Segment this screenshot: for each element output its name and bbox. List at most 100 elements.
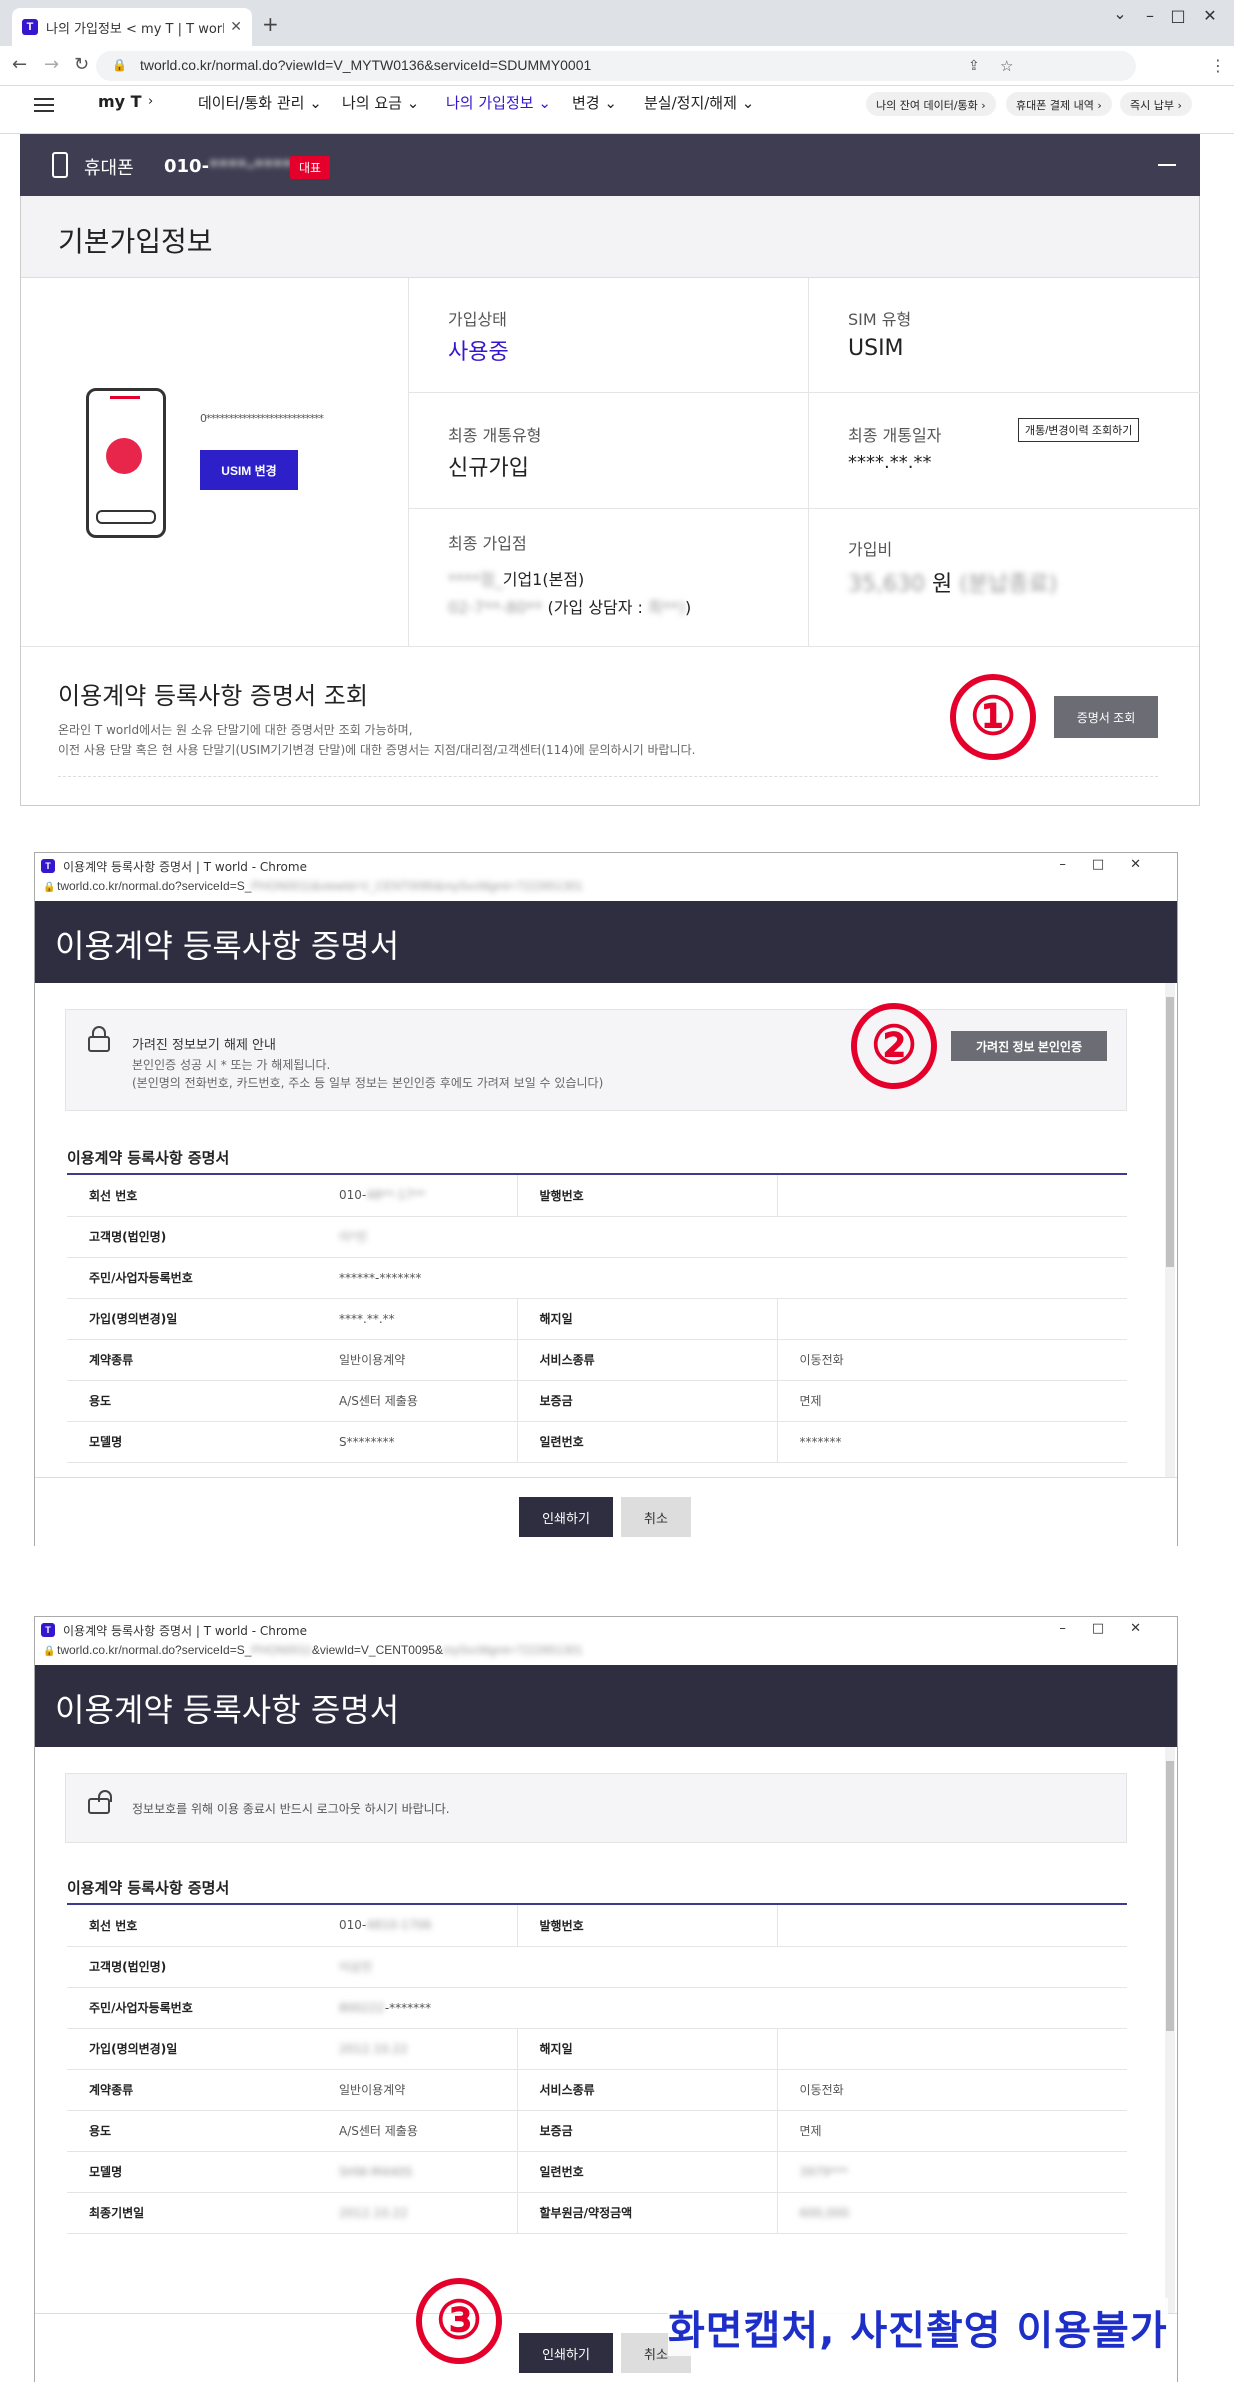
popup-title: 이용계약 등록사항 증명서 | T world - Chrome — [63, 1623, 307, 1638]
cert-section-desc: 온라인 T world에서는 원 소유 단말기에 대한 증명서만 조회 가능하며… — [58, 723, 696, 757]
lock-body-icon — [88, 1036, 110, 1052]
divider — [21, 646, 1199, 647]
step-marker-2: ② — [851, 1003, 937, 1089]
table-row: 고객명(법인명) 이상진 — [67, 1946, 1127, 1988]
share-icon[interactable]: ⇪ — [968, 58, 980, 74]
tworld-favicon-icon: T — [41, 1623, 55, 1637]
divider — [408, 392, 1200, 393]
open-date-value: ****.**.** — [848, 452, 932, 473]
url-field[interactable]: tworld.co.kr/normal.do?viewId=V_MYTW0136… — [96, 51, 1136, 81]
cert-popup-window-1: T 이용계약 등록사항 증명서 | T world - Chrome –□✕ 🔒… — [34, 852, 1178, 1547]
table-title: 이용계약 등록사항 증명서 — [67, 1879, 230, 1897]
table-row: 주민/사업자등록번호 800222-******* — [67, 1987, 1127, 2029]
sim-type-label: SIM 유형 — [848, 310, 912, 329]
page-title: 기본가입정보 — [58, 225, 213, 258]
open-type-label: 최종 개통유형 — [448, 426, 542, 445]
cert-view-button[interactable]: 증명서 조회 — [1054, 696, 1158, 738]
hamburger-menu-icon[interactable] — [34, 98, 54, 116]
divider — [808, 278, 809, 646]
store-line1: ****점_기업1(본점) — [448, 570, 585, 589]
cancel-button[interactable]: 취소 — [621, 1497, 691, 1537]
fee-label: 가입비 — [848, 540, 893, 559]
usim-change-button[interactable]: USIM 변경 — [200, 450, 298, 490]
status-value: 사용중 — [448, 340, 509, 365]
phone-number: 010-****-**** — [164, 156, 292, 177]
popup-url: 🔒 tworld.co.kr/normal.do?serviceId=S_PHO… — [35, 1643, 1177, 1665]
store-line2: 02-7**-80** (가입 상담자 : 최**)) — [448, 598, 692, 617]
scrollbar-thumb[interactable] — [1166, 997, 1174, 1267]
step-marker-1: ① — [950, 674, 1036, 760]
close-window-icon[interactable]: ✕ — [1200, 6, 1220, 25]
table-row: 최종기변일 2012.10.22 할부원금/약정금액 600,000 — [67, 2192, 1127, 2234]
capture-warning-text: 화면캡처, 사진촬영 이용불가 — [668, 2298, 1168, 2356]
table-row: 계약종류 일반이용계약 서비스종류 이동전화 — [67, 1339, 1127, 1381]
minimize-icon[interactable]: – — [1140, 6, 1160, 25]
print-button[interactable]: 인쇄하기 — [519, 1497, 613, 1537]
divider — [408, 508, 1200, 509]
unlock-body-icon — [88, 1798, 110, 1814]
store-label: 최종 가입점 — [448, 534, 527, 553]
tworld-favicon-icon: T — [41, 859, 55, 873]
collapse-icon[interactable] — [1158, 164, 1176, 166]
cert-table: 회선 번호 010-4810-1706 발행번호 고객명(법인명) 이상진 주민/사업… — [67, 1905, 1127, 2234]
lock-icon: 🔒 — [43, 882, 56, 893]
pill-remaining-data[interactable]: 나의 잔여 데이터/통화 › — [866, 92, 996, 116]
t-logo-icon — [106, 438, 142, 474]
notice-title: 가려진 정보보기 해제 안내 — [132, 1038, 276, 1053]
brand-my-t[interactable]: my T — [98, 92, 142, 111]
table-row: 회선 번호 010-4810-1706 발행번호 — [67, 1905, 1127, 1947]
sim-number: 0************************** — [200, 412, 324, 425]
nav-item-data[interactable]: 데이터/통화 관리 ⌄ — [198, 92, 322, 113]
close-tab-icon[interactable]: ✕ — [230, 19, 242, 35]
table-row: 가입(명의변경)일 2012.10.22 해지일 — [67, 2028, 1127, 2070]
open-date-label: 최종 개통일자 — [848, 426, 942, 445]
sim-type-value: USIM — [848, 336, 904, 361]
status-label: 가입상태 — [448, 310, 507, 329]
fee-value: 35,630 원 (분납종료) — [848, 572, 1058, 597]
nav-item-fee[interactable]: 나의 요금 ⌄ — [342, 92, 419, 113]
nav-item-loss[interactable]: 분실/정지/해제 ⌄ — [644, 92, 754, 113]
smartphone-icon — [52, 152, 68, 178]
scrollbar-thumb[interactable] — [1166, 1761, 1174, 2031]
popup-title: 이용계약 등록사항 증명서 | T world - Chrome — [63, 859, 307, 874]
forward-icon[interactable]: → — [44, 54, 59, 75]
table-row: 가입(명의변경)일 ****.**.** 해지일 — [67, 1298, 1127, 1340]
dropdown-icon[interactable]: ⌄ — [1110, 4, 1130, 23]
phone-speaker-icon — [110, 396, 140, 399]
chevron-right-icon: › — [148, 94, 154, 109]
divider — [408, 278, 409, 646]
popup-heading: 이용계약 등록사항 증명서 — [35, 1665, 1177, 1747]
home-button-icon — [96, 510, 156, 524]
cert-popup-window-2: T 이용계약 등록사항 증명서 | T world - Chrome –□✕ 🔒… — [34, 1616, 1178, 2383]
nav-item-change[interactable]: 변경 ⌄ — [572, 92, 617, 113]
reload-icon[interactable]: ↻ — [74, 54, 89, 75]
cert-section-title: 이용계약 등록사항 증명서 조회 — [58, 682, 368, 710]
back-icon[interactable]: ← — [12, 54, 27, 75]
tworld-favicon-icon: T — [22, 19, 38, 35]
table-row: 모델명 SHW-M440S 일련번호 3979*** — [67, 2151, 1127, 2193]
new-tab-icon[interactable]: + — [262, 12, 279, 36]
pill-payment-history[interactable]: 휴대폰 결제 내역 › — [1006, 92, 1112, 116]
popup-url: 🔒 tworld.co.kr/normal.do?serviceId=S_PHO… — [35, 879, 1177, 901]
window-controls[interactable]: –□✕ — [1059, 857, 1167, 872]
nav-item-subscription[interactable]: 나의 가입정보 ⌄ — [446, 92, 551, 113]
table-row: 계약종류 일반이용계약 서비스종류 이동전화 — [67, 2069, 1127, 2111]
open-history-button[interactable]: 개통/변경이력 조회하기 — [1018, 418, 1140, 442]
window-controls[interactable]: –□✕ — [1059, 1621, 1167, 1636]
notice-title: 정보보호를 위해 이용 종료시 반드시 로그아웃 하시기 바랍니다. — [132, 1802, 450, 1816]
table-row: 용도 A/S센터 제출용 보증금 면제 — [67, 1380, 1127, 1422]
step-marker-3: ③ — [416, 2278, 502, 2364]
star-icon[interactable]: ☆ — [1000, 57, 1013, 75]
notice-desc: 본인인증 성공 시 * 또는 가 해제됩니다. (본인명의 전화번호, 카드번호… — [132, 1058, 604, 1090]
browser-tab[interactable]: T 나의 가입정보 < my T | T world ✕ — [12, 8, 252, 46]
print-button[interactable]: 인쇄하기 — [519, 2333, 613, 2373]
popup-body: 정보보호를 위해 이용 종료시 반드시 로그아웃 하시기 바랍니다. 이용계약 … — [35, 1747, 1177, 2383]
maximize-icon[interactable]: □ — [1168, 6, 1188, 25]
identity-auth-button[interactable]: 가려진 정보 본인인증 — [951, 1031, 1107, 1061]
lock-icon[interactable]: 🔒 — [112, 58, 127, 72]
popup-titlebar: T 이용계약 등록사항 증명서 | T world - Chrome –□✕ — [35, 853, 1177, 879]
kebab-menu-icon[interactable]: ⋮ — [1210, 56, 1226, 75]
pill-instant-pay[interactable]: 즉시 납부 › — [1120, 92, 1192, 116]
divider — [58, 776, 1158, 777]
open-type-value: 신규가입 — [448, 456, 529, 481]
